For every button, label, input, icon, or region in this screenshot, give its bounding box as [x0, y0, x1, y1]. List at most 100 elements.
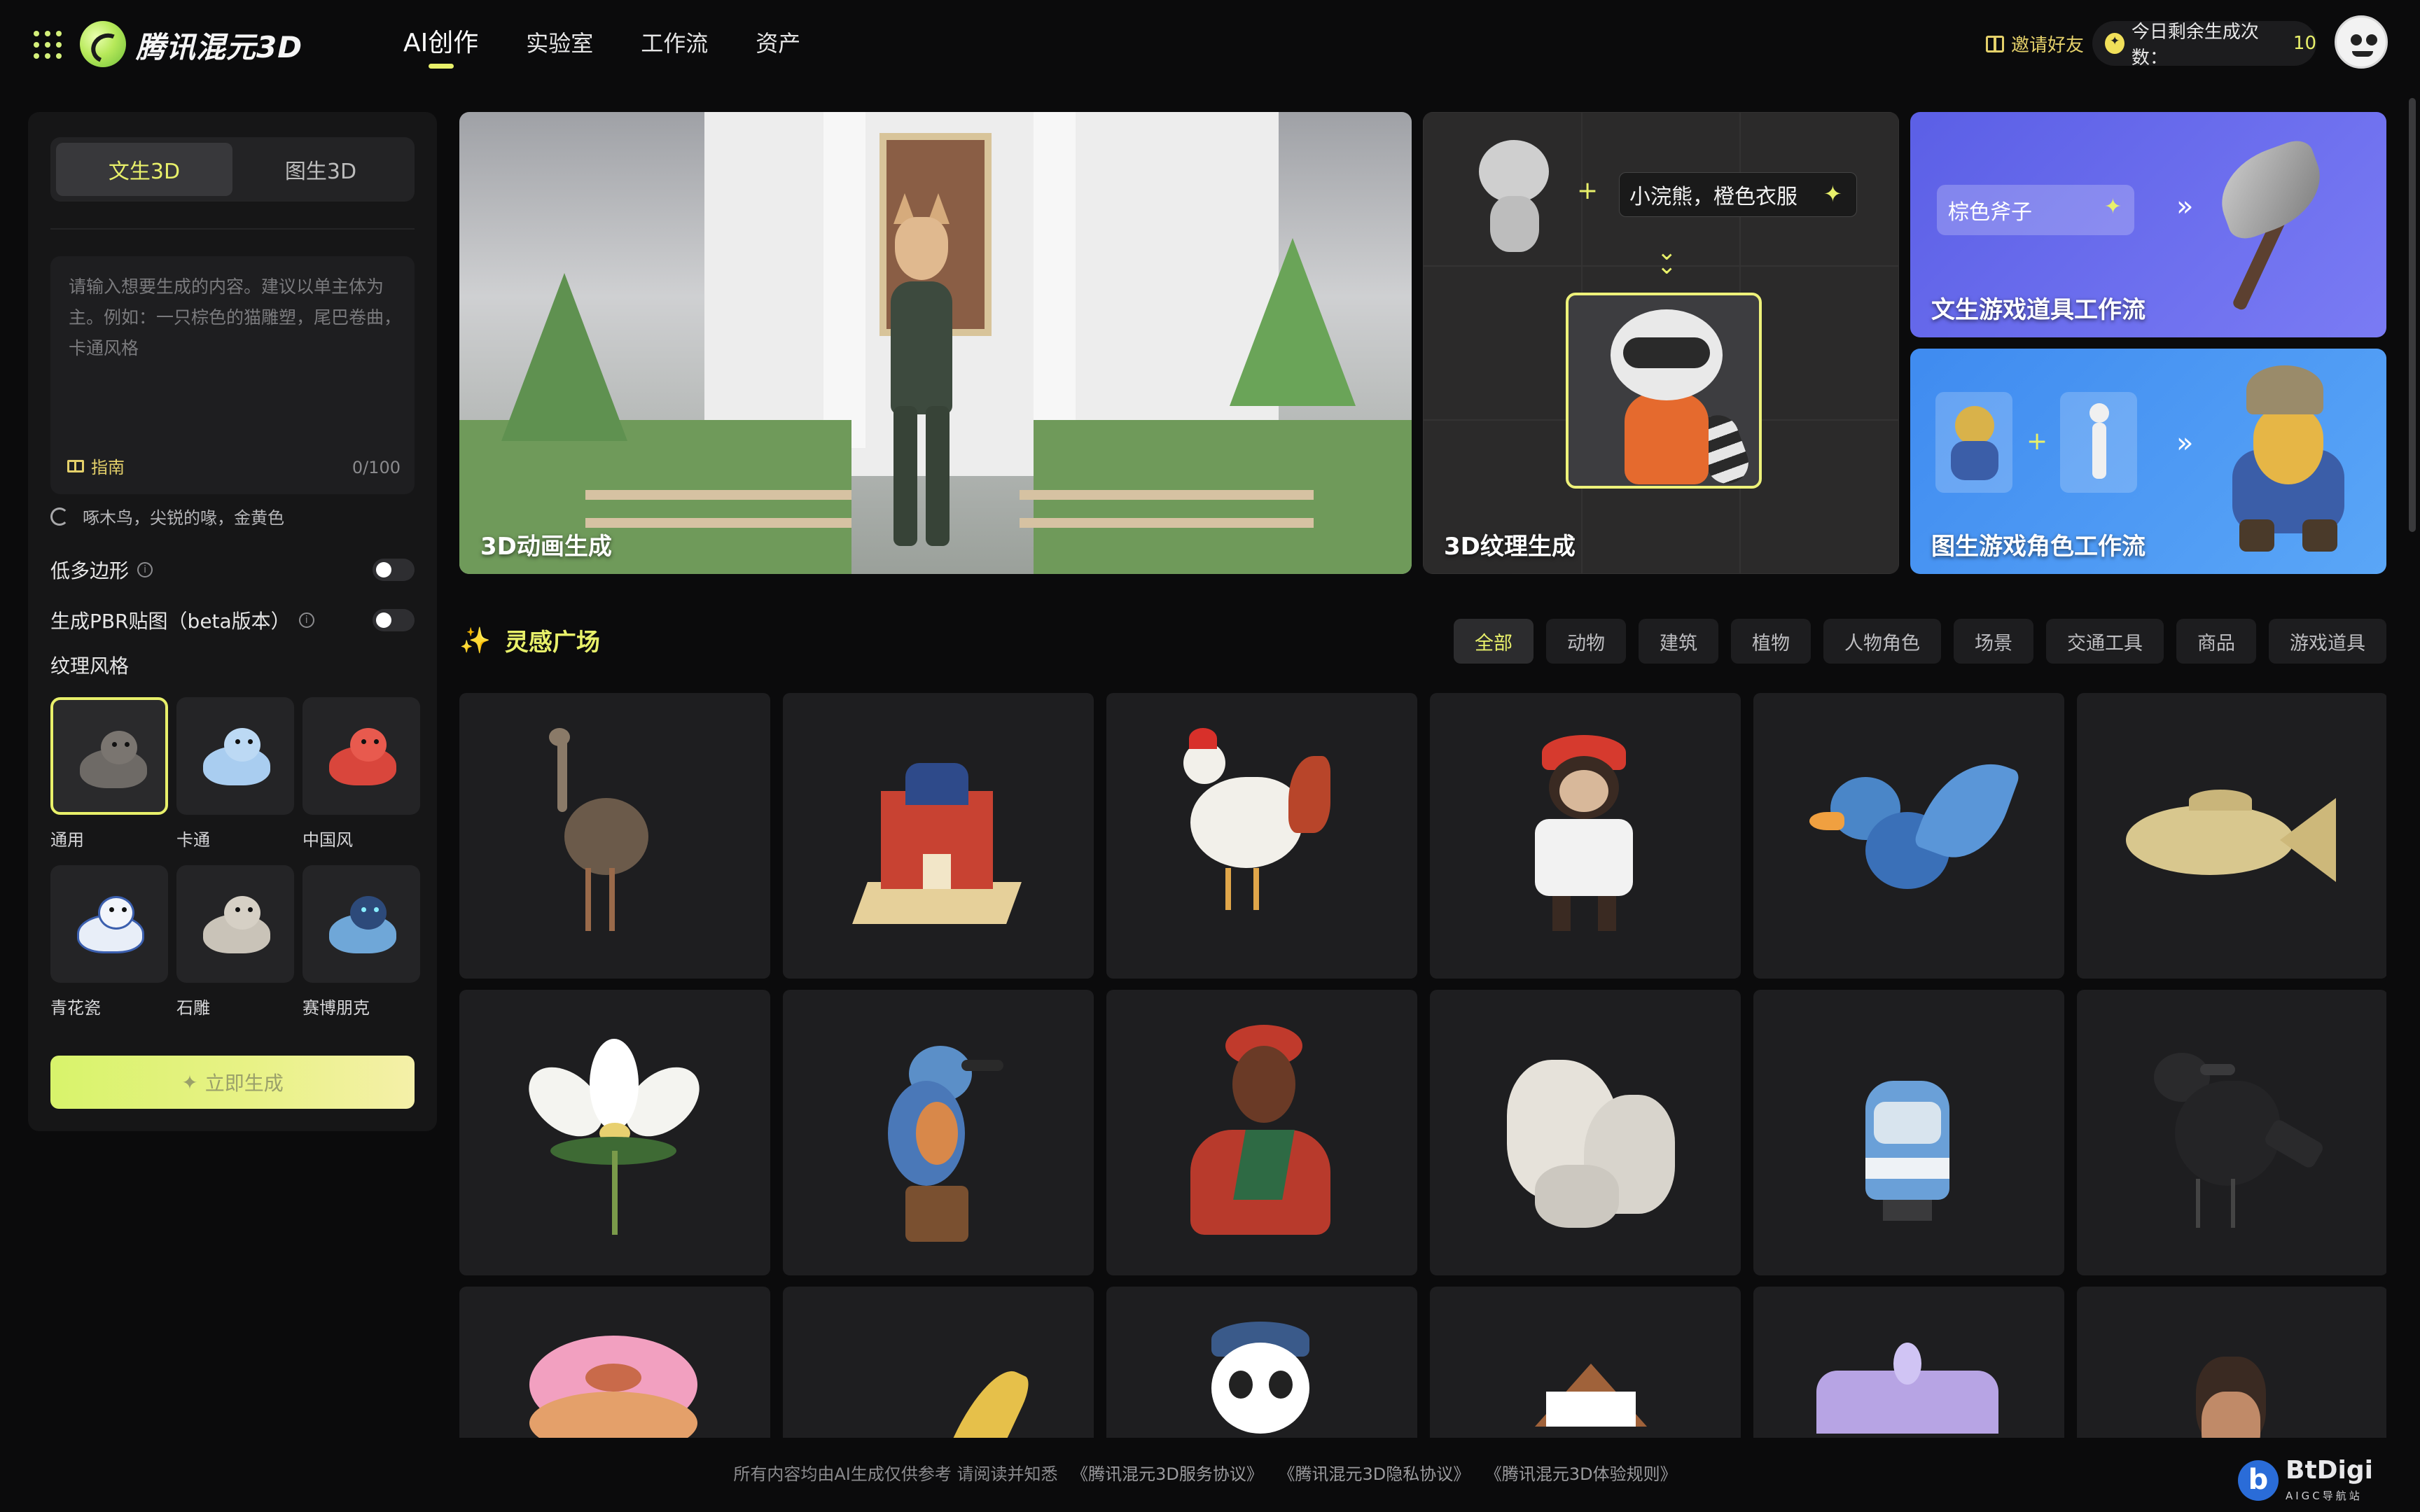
filter-all[interactable]: 全部	[1454, 619, 1534, 664]
gallery-item-blue-bird[interactable]	[1753, 693, 2064, 979]
style-option-chinese[interactable]: 中国风	[302, 697, 420, 865]
gallery-item-donut[interactable]	[459, 1287, 770, 1438]
monkey-face	[1559, 770, 1608, 812]
crown-gem	[1893, 1343, 1921, 1385]
privacy-policy-link[interactable]: 《腾讯混元3D隐私协议》	[1279, 1464, 1470, 1484]
ostrich-head	[549, 728, 570, 746]
gallery-item-flower[interactable]	[459, 990, 770, 1275]
seal-icon	[196, 896, 272, 955]
style-option-general[interactable]: 通用	[50, 697, 168, 865]
style-label: 中国风	[302, 830, 353, 850]
terms-of-service-link[interactable]: 《腾讯混元3D服务协议》	[1071, 1464, 1263, 1484]
guide-link[interactable]: 指南	[67, 454, 125, 478]
gallery-item-banana[interactable]	[783, 1287, 1094, 1438]
nav-item-assets[interactable]: 资产	[756, 25, 800, 67]
filter-plants[interactable]: 植物	[1731, 619, 1811, 664]
crow-leg	[2196, 1179, 2200, 1228]
low-poly-toggle[interactable]	[373, 559, 415, 581]
gallery-item-crown[interactable]	[1753, 1287, 2064, 1438]
seal-icon	[196, 728, 272, 787]
nav-item-workflow[interactable]: 工作流	[641, 25, 708, 67]
banner-3d-animation[interactable]: 3D动画生成	[459, 112, 1412, 574]
style-label: 青花瓷	[50, 998, 101, 1018]
raw-model-icon	[1465, 133, 1563, 252]
info-icon[interactable]: i	[298, 612, 314, 628]
sparkle-icon: ✨	[459, 626, 491, 655]
tab-text-to-3d[interactable]: 文生3D	[56, 143, 232, 196]
fish-tail	[2280, 798, 2336, 882]
filter-characters[interactable]: 人物角色	[1823, 619, 1941, 664]
banner-game-prop-workflow[interactable]: 棕色斧子 ✦ » 文生游戏道具工作流	[1910, 112, 2386, 337]
pillar-shape	[1034, 112, 1076, 448]
generate-button[interactable]: ✦ 立即生成	[50, 1056, 415, 1109]
gift-icon	[1986, 35, 2004, 52]
style-label: 卡通	[176, 830, 210, 850]
filter-vehicles[interactable]: 交通工具	[2046, 619, 2164, 664]
double-arrow-icon: »	[2176, 190, 2194, 223]
invite-friends-button[interactable]: 邀请好友	[1986, 31, 2084, 57]
ostrich-body	[564, 798, 648, 875]
tree-shape	[1230, 238, 1356, 406]
gallery-item-cabin[interactable]	[1430, 1287, 1741, 1438]
style-option-cartoon[interactable]: 卡通	[176, 697, 294, 865]
refresh-icon[interactable]	[50, 507, 69, 526]
train-stripe	[1865, 1158, 1949, 1179]
gallery-item-monkey[interactable]	[1430, 693, 1741, 979]
banner-3d-texture[interactable]: + 小浣熊，橙色衣服 ✦ ⌄ ⌄ 3D纹理生成	[1423, 112, 1899, 574]
panda-head	[1211, 1343, 1309, 1434]
ostrich-leg	[609, 868, 615, 931]
pillar-shape	[823, 112, 865, 448]
nav-item-lab[interactable]: 实验室	[526, 25, 593, 67]
char-counter: 0/100	[352, 458, 401, 477]
banner-game-character-workflow[interactable]: + » 图生游戏角色工作流	[1910, 349, 2386, 574]
gallery-item-panda[interactable]	[1106, 1287, 1417, 1438]
style-label: 赛博朋克	[302, 998, 370, 1018]
gallery-item-train[interactable]	[1753, 990, 2064, 1275]
quota-label: 今日剩余生成次数：	[2131, 22, 2259, 69]
page-scrollbar[interactable]	[2409, 98, 2416, 532]
style-option-stone[interactable]: 石雕	[176, 865, 294, 1033]
info-icon[interactable]: i	[137, 562, 153, 578]
textured-raccoon-preview	[1566, 293, 1762, 489]
brand-logo-icon[interactable]	[80, 21, 126, 67]
fish-body	[2126, 805, 2294, 875]
gallery-item-woman[interactable]	[1106, 990, 1417, 1275]
prompt-input[interactable]	[67, 270, 403, 424]
monkey-shirt	[1535, 819, 1633, 896]
apps-grid-icon[interactable]	[34, 31, 62, 59]
filter-architecture[interactable]: 建筑	[1639, 619, 1718, 664]
nav-item-ai-create[interactable]: AI创作	[403, 25, 478, 69]
brand-name[interactable]: 腾讯混元3D	[136, 24, 302, 66]
daily-quota[interactable]: 今日剩余生成次数： 10	[2092, 21, 2316, 69]
user-avatar[interactable]	[2335, 15, 2388, 69]
pbr-toggle[interactable]	[373, 609, 415, 631]
gallery-item-rooster[interactable]	[1106, 693, 1417, 979]
watermark-text: BtDigi	[2286, 1456, 2373, 1485]
gallery-item-rock[interactable]	[1430, 990, 1741, 1275]
gallery-item-crow[interactable]	[2077, 990, 2386, 1275]
filter-scenes[interactable]: 场景	[1954, 619, 2033, 664]
footer-notice: 所有内容均由AI生成仅供参考 请阅读并知悉	[733, 1464, 1058, 1484]
banner-label: 3D动画生成	[480, 533, 612, 561]
gallery-item-ostrich[interactable]	[459, 693, 770, 979]
main-nav: AI创作 实验室 工作流 资产	[403, 25, 848, 69]
gallery-item-fish[interactable]	[2077, 693, 2386, 979]
prop-prompt-text: 棕色斧子	[1948, 200, 2032, 225]
tab-image-to-3d[interactable]: 图生3D	[232, 143, 409, 196]
filter-animals[interactable]: 动物	[1546, 619, 1626, 664]
prompt-suggestion[interactable]: 啄木鸟，尖锐的喙，金黄色	[50, 504, 284, 528]
gallery-item-building[interactable]	[783, 693, 1094, 979]
fish-fin	[2189, 790, 2252, 811]
invite-label: 邀请好友	[2011, 35, 2085, 56]
style-option-porcelain[interactable]: 青花瓷	[50, 865, 168, 1033]
filter-game-props[interactable]: 游戏道具	[2269, 619, 2386, 664]
style-option-cyberpunk[interactable]: 赛博朋克	[302, 865, 420, 1033]
kingfisher-beak	[961, 1060, 1003, 1071]
filter-products[interactable]: 商品	[2176, 619, 2256, 664]
watermark-b-icon: b	[2238, 1460, 2279, 1501]
experience-rules-link[interactable]: 《腾讯混元3D体验规则》	[1485, 1464, 1677, 1484]
inspiration-gallery	[459, 693, 2386, 1438]
gallery-item-man[interactable]	[2077, 1287, 2386, 1438]
gallery-item-kingfisher[interactable]	[783, 990, 1094, 1275]
building-door	[923, 854, 951, 889]
